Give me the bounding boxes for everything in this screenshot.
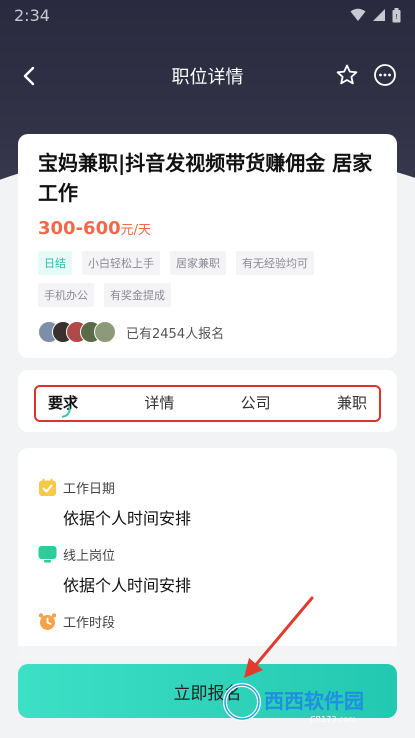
svg-text:!: ! bbox=[395, 13, 398, 21]
salary: 300-600元/天 bbox=[38, 218, 377, 239]
detail-label-row: 工作时段 bbox=[38, 612, 397, 631]
detail-row-online-position: 线上岗位 依据个人时间安排 bbox=[18, 545, 397, 596]
watermark-logo: 西西软件园 CR173.com bbox=[223, 683, 364, 724]
tag: 日结 bbox=[38, 251, 72, 275]
status-time: 2:34 bbox=[14, 5, 50, 25]
detail-label: 线上岗位 bbox=[63, 549, 116, 564]
salary-unit: 元/天 bbox=[120, 223, 152, 238]
detail-label-row: 线上岗位 bbox=[38, 545, 397, 564]
favorite-star-icon[interactable] bbox=[335, 63, 359, 87]
detail-label: 工作时段 bbox=[63, 616, 116, 631]
detail-value: 依据个人时间安排 bbox=[63, 509, 192, 528]
tag: 有奖金提成 bbox=[104, 283, 171, 307]
requirements-card: 工作日期 依据个人时间安排 线上岗位 依据个人时间安排 工作时段 bbox=[18, 448, 397, 668]
nav-bar: 职位详情 bbox=[0, 56, 415, 96]
avatar-group bbox=[38, 321, 116, 343]
watermark-brand: 西西软件园 bbox=[264, 689, 364, 713]
salary-amount: 300-600 bbox=[38, 218, 121, 239]
monitor-icon bbox=[38, 546, 57, 563]
job-summary-card: 宝妈兼职|抖音发视频带货赚佣金 居家工作 300-600元/天 日结 小白轻松上… bbox=[18, 134, 397, 358]
tab-part-time[interactable]: 兼职 bbox=[337, 392, 367, 413]
tag: 有无经验均可 bbox=[236, 251, 314, 275]
alarm-clock-icon bbox=[38, 613, 57, 630]
watermark-domain: CR173.com bbox=[310, 715, 356, 724]
signal-icon bbox=[373, 9, 385, 21]
avatar bbox=[94, 321, 116, 343]
detail-label: 工作日期 bbox=[63, 482, 116, 497]
tab-bar: 要求 详情 公司 兼职 bbox=[34, 385, 381, 419]
detail-label-row: 工作日期 bbox=[38, 478, 397, 497]
tab-company[interactable]: 公司 bbox=[241, 392, 271, 413]
tab-details[interactable]: 详情 bbox=[144, 392, 174, 413]
detail-row-work-hours: 工作时段 bbox=[18, 612, 397, 631]
calendar-icon bbox=[39, 478, 56, 496]
tag: 居家兼职 bbox=[170, 251, 226, 275]
signup-count: 已有2454人报名 bbox=[126, 326, 225, 342]
more-options-icon[interactable] bbox=[373, 63, 397, 87]
back-icon[interactable] bbox=[18, 64, 42, 88]
tag: 手机办公 bbox=[38, 283, 94, 307]
active-tab-indicator bbox=[60, 405, 72, 418]
wifi-icon bbox=[350, 8, 366, 21]
status-bar: 2:34 ! bbox=[0, 0, 415, 30]
tag: 小白轻松上手 bbox=[82, 251, 160, 275]
status-icons: ! bbox=[350, 7, 401, 23]
page-title: 职位详情 bbox=[171, 67, 244, 88]
detail-row-work-date: 工作日期 依据个人时间安排 bbox=[18, 478, 397, 529]
battery-icon: ! bbox=[392, 7, 401, 22]
job-title: 宝妈兼职|抖音发视频带货赚佣金 居家工作 bbox=[38, 151, 373, 205]
job-tags: 日结 小白轻松上手 居家兼职 有无经验均可 手机办公 有奖金提成 bbox=[38, 251, 377, 307]
signup-info: 已有2454人报名 bbox=[38, 321, 377, 343]
tab-bar-card: 要求 详情 公司 兼职 bbox=[18, 370, 397, 432]
detail-value: 依据个人时间安排 bbox=[63, 576, 192, 595]
tab-requirements[interactable]: 要求 bbox=[48, 392, 78, 418]
